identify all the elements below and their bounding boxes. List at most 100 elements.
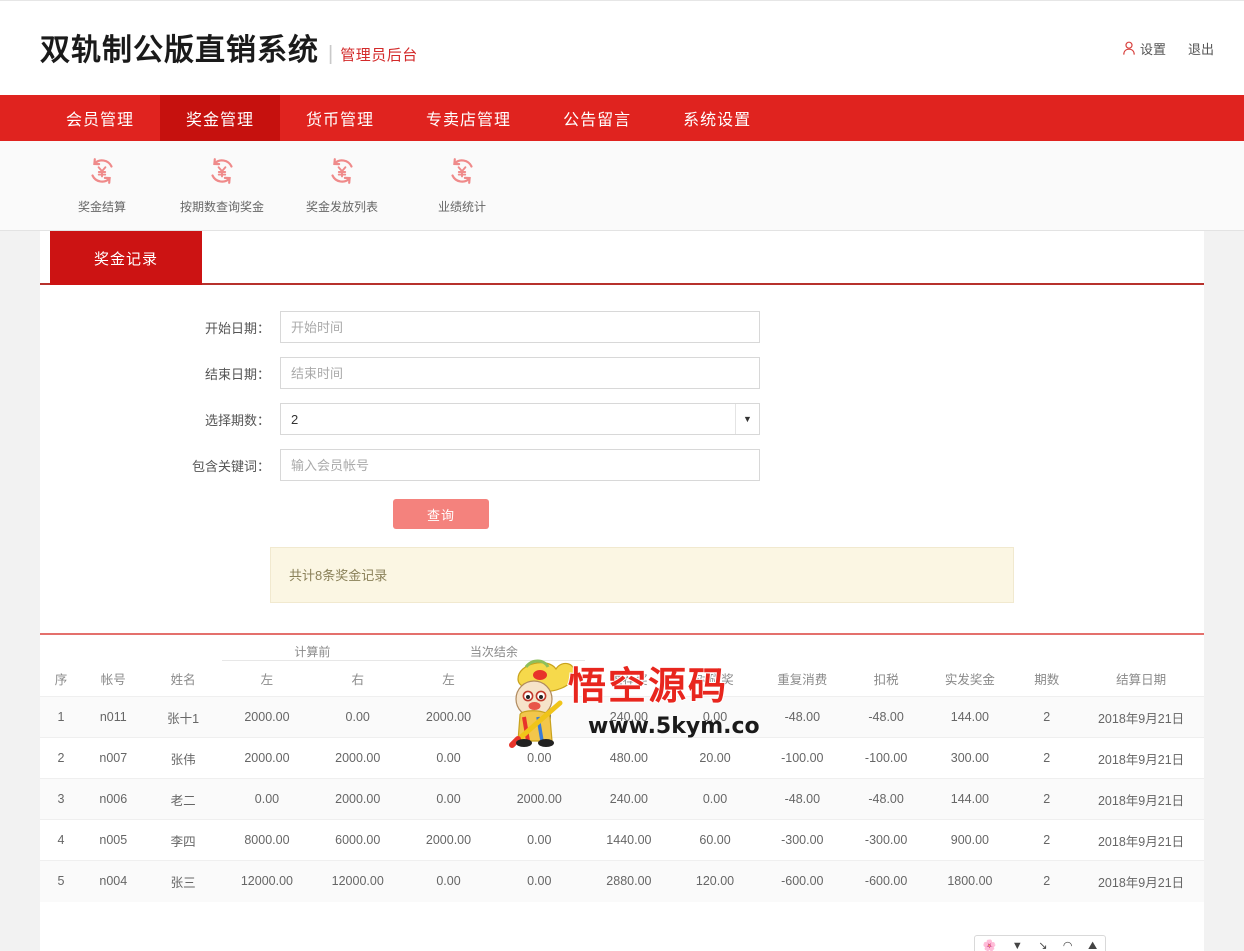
cell-tax: -48.00: [868, 710, 904, 724]
form-row-end-date: 结束日期：: [40, 357, 1204, 389]
search-form: 开始日期： 结束日期： 选择期数： ▼ 包含关键词：: [40, 285, 1204, 481]
tab-bar: 奖金记录: [40, 231, 1204, 285]
cell-repeat: -600.00: [781, 874, 824, 889]
cell-tax: -48.00: [868, 792, 904, 806]
col-header-6: 右: [533, 673, 546, 687]
period-select-wrapper[interactable]: ▼: [280, 403, 760, 435]
nav-item-3[interactable]: 专卖店管理: [400, 95, 537, 141]
bonus-table-wrapper: 计算前 当次结余 序帐号 姓名左右左右推荐奖 对碰奖 重复消费 扣税 实发奖金 期数 结算日期 …: [40, 633, 1204, 902]
cell-name: 李四: [170, 834, 196, 849]
cell-referral: 240.00: [609, 792, 649, 806]
tab-bonus-records[interactable]: 奖金记录: [50, 231, 202, 285]
cell-balance_right: 0.00: [527, 874, 552, 889]
col-header-9: 重复消费: [777, 672, 828, 687]
cell-seq: 4: [57, 833, 65, 847]
cell-period: 2: [1043, 874, 1051, 889]
cell-date: 2018年9月21日: [1097, 752, 1185, 767]
cell-date: 2018年9月21日: [1097, 834, 1185, 849]
module-toolbar: 奖金结算 按期数查询奖金 奖金发放列表 业绩统计: [0, 141, 1244, 231]
keyword-input[interactable]: [280, 449, 760, 481]
cell-referral: 1440.00: [606, 833, 652, 847]
logout-button[interactable]: 退出: [1188, 39, 1214, 58]
cell-tax: -100.00: [864, 751, 908, 765]
start-date-input[interactable]: [280, 311, 760, 343]
col-header-2: 姓名: [170, 672, 196, 687]
nav-item-5[interactable]: 系统设置: [657, 95, 777, 141]
share-icon-2[interactable]: ▼: [1012, 940, 1023, 951]
nav-item-1[interactable]: 奖金管理: [160, 95, 281, 141]
table-row[interactable]: 4 n005 李四 8000.00 6000.00 2000.00 0.00 1440.00 6…: [40, 819, 1204, 861]
cell-date: 2018年9月21日: [1097, 711, 1185, 726]
cell-balance_right: 0.00: [527, 751, 552, 765]
col-header-12: 期数: [1034, 672, 1060, 687]
end-date-input[interactable]: [280, 357, 760, 389]
cell-balance_left: 0.00: [436, 751, 461, 765]
query-button[interactable]: 查询: [393, 499, 489, 529]
cell-match: 60.00: [699, 833, 731, 847]
cell-payout: 1800.00: [947, 874, 993, 889]
table-row[interactable]: 1 n011 张十1 2000.00 0.00 2000.00 0.00 240.00 0.00…: [40, 696, 1204, 738]
cell-name: 张三: [170, 875, 196, 890]
cell-name: 张伟: [170, 752, 196, 767]
cell-tax: -300.00: [864, 833, 908, 847]
yen-refresh-icon: [447, 156, 477, 189]
cell-repeat: -100.00: [781, 751, 824, 765]
logout-label: 退出: [1187, 42, 1214, 57]
toolbar-item-label: 按期数查询奖金: [179, 200, 264, 214]
cell-seq: 1: [57, 710, 65, 724]
cell-balance_right: 0.00: [527, 710, 552, 724]
label-keyword: 包含关键词：: [191, 458, 270, 474]
cell-before_left: 2000.00: [244, 710, 290, 724]
col-header-10: 扣税: [873, 672, 899, 687]
col-header-0: 序: [54, 672, 68, 687]
toolbar-item-1[interactable]: 按期数查询奖金: [162, 156, 282, 215]
cell-repeat: -300.00: [781, 833, 824, 847]
table-row[interactable]: 2 n007 张伟 2000.00 2000.00 0.00 0.00 480.00 20.00…: [40, 737, 1204, 779]
table-row[interactable]: 3 n006 老二 0.00 2000.00 0.00 2000.00 240.00 0.00 -…: [40, 778, 1204, 820]
cell-match: 120.00: [695, 874, 735, 889]
nav-item-4[interactable]: 公告留言: [537, 95, 657, 141]
bonus-table: 计算前 当次结余 序帐号 姓名左右左右推荐奖 对碰奖 重复消费 扣税 实发奖金 期数 结算日期 …: [40, 635, 1204, 902]
settings-label: 设置: [1139, 42, 1166, 57]
form-row-period-select: 选择期数： ▼: [40, 403, 1204, 435]
cell-match: 0.00: [702, 792, 728, 806]
group-blank-right: [585, 635, 1204, 661]
top-right-actions: 设置 退出: [1122, 39, 1214, 58]
cell-referral: 480.00: [609, 751, 649, 765]
toolbar-item-2[interactable]: 奖金发放列表: [282, 156, 402, 215]
cell-balance_left: 0.00: [436, 792, 461, 806]
person-icon: [1122, 41, 1136, 56]
group-header-1: 当次结余: [403, 635, 585, 661]
share-icon-3[interactable]: ↘: [1038, 940, 1047, 951]
form-row-keyword: 包含关键词：: [40, 449, 1204, 481]
toolbar-item-label: 奖金发放列表: [305, 200, 378, 214]
period-select-input[interactable]: [280, 403, 760, 435]
cell-balance_right: 0.00: [527, 833, 552, 847]
cell-account: n011: [99, 710, 127, 724]
submit-row: 查询: [40, 499, 1204, 529]
cell-account: n007: [99, 751, 128, 765]
floating-share-bar[interactable]: 🌸 ▼ ↘ ◠ ⛰: [974, 935, 1106, 951]
top-brand-bar: 双轨制公版直销系统 | 管理员后台 设置 退出: [0, 0, 1244, 95]
cell-before_left: 2000.00: [244, 751, 290, 765]
share-icon-4[interactable]: ◠: [1063, 940, 1073, 951]
settings-button[interactable]: 设置: [1122, 39, 1166, 58]
record-count-banner: 共计8条奖金记录: [270, 547, 1014, 603]
share-icon-5[interactable]: ⛰: [1088, 940, 1097, 951]
nav-item-2[interactable]: 货币管理: [280, 95, 400, 141]
cell-period: 2: [1043, 792, 1051, 806]
cell-before_right: 0.00: [345, 710, 370, 724]
nav-item-0[interactable]: 会员管理: [40, 95, 160, 141]
toolbar-item-0[interactable]: 奖金结算: [42, 156, 162, 215]
share-icon-1[interactable]: 🌸: [983, 940, 997, 951]
toolbar-item-3[interactable]: 业绩统计: [402, 156, 522, 215]
table-row[interactable]: 5 n004 张三 12000.00 12000.00 0.00 0.00 2880.00 12…: [40, 860, 1204, 902]
cell-account: n004: [99, 874, 128, 889]
cell-payout: 300.00: [950, 751, 990, 765]
toolbar-item-label: 业绩统计: [437, 200, 486, 214]
cell-before_left: 12000.00: [240, 874, 293, 889]
col-header-4: 右: [351, 673, 364, 687]
col-header-5: 左: [442, 673, 455, 687]
cell-repeat: -48.00: [784, 792, 821, 806]
form-row-start-date: 开始日期：: [40, 311, 1204, 343]
